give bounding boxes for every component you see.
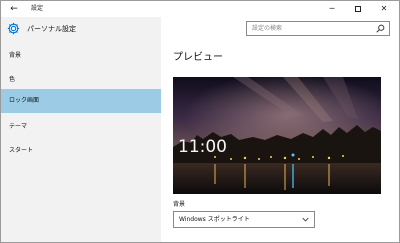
close-icon: ✕ xyxy=(380,4,388,13)
search-placeholder: 設定の検索 xyxy=(252,25,283,32)
sidebar-item-label: 色 xyxy=(9,76,16,83)
app-title: 設定 xyxy=(31,5,44,12)
background-label: 背景 xyxy=(173,201,186,208)
maximize-button[interactable] xyxy=(345,1,371,17)
maximize-icon xyxy=(355,5,361,12)
sidebar-item-label: スタート xyxy=(9,147,34,154)
background-dropdown[interactable]: Windows スポットライト xyxy=(173,211,315,228)
background-dropdown-value: Windows スポットライト xyxy=(179,216,250,223)
sidebar-item-background[interactable]: 背景 xyxy=(1,44,161,68)
sidebar-header[interactable]: パーソナル設定 xyxy=(1,17,161,41)
minimize-icon: ─ xyxy=(329,4,335,13)
sidebar-item-label: 背景 xyxy=(9,52,22,59)
minimize-button[interactable]: ─ xyxy=(319,1,345,17)
sidebar-item-lock-screen[interactable]: ロック画面 xyxy=(1,89,161,113)
search-icon[interactable] xyxy=(376,24,385,33)
lock-screen-time: 11:00 xyxy=(178,137,227,157)
preview-image xyxy=(173,77,381,194)
search-input[interactable]: 設定の検索 xyxy=(246,21,390,36)
sidebar-title: パーソナル設定 xyxy=(27,25,76,33)
gear-icon xyxy=(7,22,20,35)
sidebar-item-themes[interactable]: テーマ xyxy=(1,115,161,139)
back-button[interactable]: ← xyxy=(7,2,21,16)
sidebar-item-start[interactable]: スタート xyxy=(1,139,161,163)
back-arrow-icon: ← xyxy=(10,4,18,14)
chevron-down-icon xyxy=(302,217,309,222)
preview-heading: プレビュー xyxy=(173,52,223,63)
title-bar: ← 設定 ─ ✕ xyxy=(1,1,399,17)
lock-screen-preview: 11:00 xyxy=(173,77,381,194)
sidebar: パーソナル設定 背景 色 ロック画面 テーマ スタート xyxy=(1,17,161,242)
sidebar-item-label: ロック画面 xyxy=(9,97,40,104)
settings-window: ← 設定 ─ ✕ パーソナル設定 背景 色 ロック画面 テーマ スタート 設定の… xyxy=(0,0,400,243)
close-button[interactable]: ✕ xyxy=(371,1,397,17)
sidebar-item-label: テーマ xyxy=(9,123,28,130)
